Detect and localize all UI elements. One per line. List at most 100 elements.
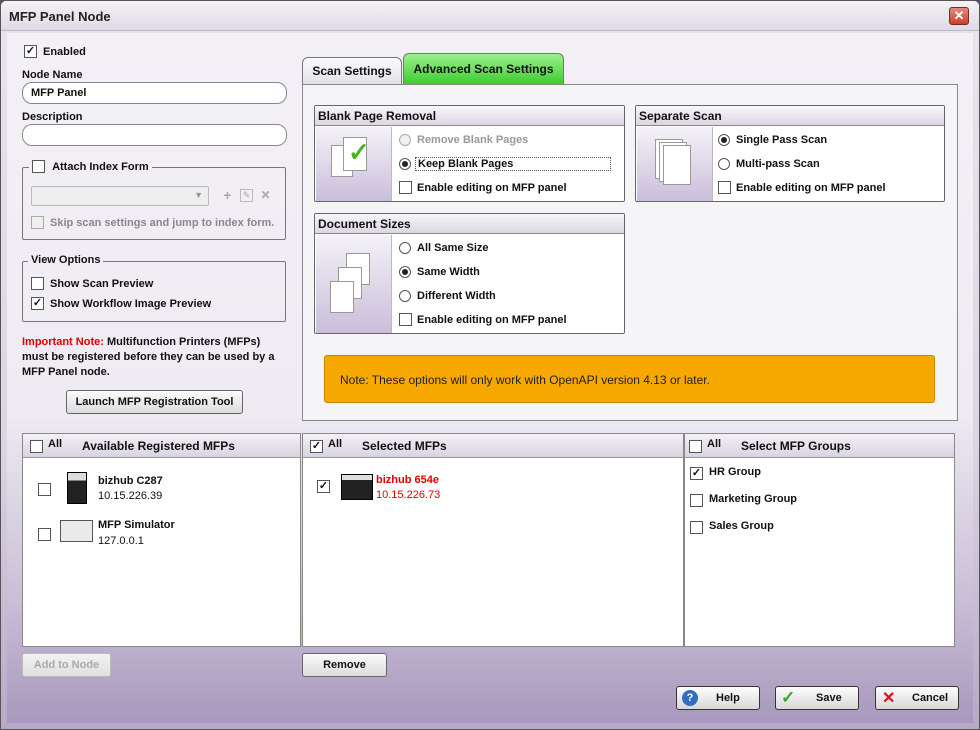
- blank-page-edit-label: Enable editing on MFP panel: [417, 182, 567, 194]
- tab-scan-settings[interactable]: Scan Settings: [302, 57, 402, 85]
- list-item[interactable]: bizhub C287 10.15.226.39: [23, 464, 300, 508]
- keep-blank-pages-label: Keep Blank Pages: [415, 157, 611, 171]
- mfp-ip: 10.15.226.73: [376, 489, 441, 501]
- document-sizes-icon: [316, 235, 392, 333]
- separate-scan-section: Separate Scan Single Pass Scan Multi-pas…: [635, 105, 945, 202]
- node-name-input[interactable]: MFP Panel: [22, 82, 287, 104]
- save-label: Save: [816, 692, 842, 704]
- document-sizes-section: Document Sizes All Same Size Same Width …: [314, 213, 625, 334]
- mfp-name: MFP Simulator: [98, 519, 175, 531]
- list-item[interactable]: MFP Simulator 127.0.0.1: [23, 514, 300, 554]
- advanced-scan-panel: Blank Page Removal ✓ Remove Blank Pages …: [302, 84, 958, 421]
- close-icon: ✕: [953, 8, 965, 23]
- cancel-button[interactable]: ✕ Cancel: [875, 686, 959, 710]
- marketing-group-checkbox[interactable]: [690, 494, 703, 507]
- description-input[interactable]: [22, 124, 287, 146]
- selected-all-checkbox[interactable]: ✓: [310, 440, 323, 453]
- multi-pass-scan-radio[interactable]: [718, 158, 730, 170]
- attach-index-checkbox[interactable]: [32, 160, 45, 173]
- mfp-ip: 127.0.0.1: [98, 535, 144, 547]
- enabled-label: Enabled: [43, 46, 86, 58]
- document-sizes-title: Document Sizes: [315, 214, 624, 234]
- view-options-legend: View Options: [28, 254, 104, 266]
- available-all-checkbox[interactable]: [30, 440, 43, 453]
- remove-button[interactable]: Remove: [302, 653, 387, 677]
- mfp-groups-header: All Select MFP Groups: [685, 434, 954, 458]
- mfp-item-checkbox[interactable]: ✓: [317, 480, 330, 493]
- available-mfps-title: Available Registered MFPs: [82, 439, 235, 453]
- close-button[interactable]: ✕: [949, 7, 969, 25]
- attach-index-legend: Attach Index Form: [29, 160, 152, 175]
- blank-page-edit-checkbox[interactable]: [399, 181, 412, 194]
- different-width-label: Different Width: [417, 290, 496, 302]
- different-width-radio[interactable]: [399, 290, 411, 302]
- marketing-group-label: Marketing Group: [709, 493, 798, 505]
- selected-mfps-title: Selected MFPs: [362, 439, 447, 453]
- selected-all-label: All: [328, 438, 343, 450]
- save-check-icon: ✓: [781, 688, 796, 707]
- skip-scan-checkbox[interactable]: [31, 216, 44, 229]
- add-to-node-button[interactable]: Add to Node: [22, 653, 111, 677]
- checkmark-icon: ✓: [348, 137, 370, 167]
- separate-scan-title: Separate Scan: [636, 106, 944, 126]
- mfp-name: bizhub 654e: [376, 474, 439, 486]
- show-scan-preview-label: Show Scan Preview: [50, 278, 154, 290]
- remove-blank-pages-label: Remove Blank Pages: [417, 134, 529, 146]
- important-prefix: Important Note:: [22, 336, 104, 348]
- enabled-checkbox[interactable]: ✓: [24, 45, 37, 58]
- simulator-icon: [60, 520, 93, 542]
- save-button[interactable]: ✓ Save: [775, 686, 859, 710]
- mfp-groups-panel: All Select MFP Groups ✓ HR Group Marketi…: [684, 433, 955, 647]
- show-workflow-preview-checkbox[interactable]: ✓: [31, 297, 44, 310]
- tab-advanced-scan-settings[interactable]: Advanced Scan Settings: [403, 53, 564, 85]
- mfp-name: bizhub C287: [98, 475, 163, 487]
- mfp-ip: 10.15.226.39: [98, 490, 163, 502]
- mfp-item-checkbox[interactable]: [38, 483, 51, 496]
- add-icon[interactable]: +: [221, 188, 234, 202]
- groups-all-label: All: [707, 438, 722, 450]
- groups-all-checkbox[interactable]: [689, 440, 702, 453]
- all-same-size-radio[interactable]: [399, 242, 411, 254]
- description-label: Description: [22, 111, 83, 123]
- same-width-label: Same Width: [417, 266, 480, 278]
- index-form-select[interactable]: ▼: [31, 186, 209, 206]
- available-all-label: All: [48, 438, 63, 450]
- dialog-body: ✓ Enabled Node Name MFP Panel Descriptio…: [7, 33, 973, 723]
- keep-blank-pages-radio[interactable]: [399, 158, 411, 170]
- mfp-item-checkbox[interactable]: [38, 528, 51, 541]
- important-note: Important Note: Multifunction Printers (…: [22, 335, 287, 380]
- single-pass-scan-radio[interactable]: [718, 134, 730, 146]
- hr-group-label: HR Group: [709, 466, 761, 478]
- launch-registration-tool-button[interactable]: Launch MFP Registration Tool: [66, 390, 243, 414]
- list-item[interactable]: ✓ bizhub 654e 10.15.226.73: [303, 464, 683, 508]
- view-options-group: [22, 261, 286, 322]
- help-icon: ?: [682, 690, 698, 706]
- selected-mfps-header: ✓ All Selected MFPs: [303, 434, 683, 458]
- sales-group-label: Sales Group: [709, 520, 774, 532]
- separate-scan-icon: [637, 127, 713, 201]
- available-mfps-header: All Available Registered MFPs: [23, 434, 300, 458]
- blank-page-title: Blank Page Removal: [315, 106, 624, 126]
- multi-pass-scan-label: Multi-pass Scan: [736, 158, 820, 170]
- blank-page-section: Blank Page Removal ✓ Remove Blank Pages …: [314, 105, 625, 202]
- selected-mfps-panel: ✓ All Selected MFPs ✓ bizhub 654e 10.15.…: [302, 433, 684, 647]
- cancel-x-icon: ✕: [882, 690, 896, 707]
- all-same-size-label: All Same Size: [417, 242, 489, 254]
- show-scan-preview-checkbox[interactable]: [31, 277, 44, 290]
- sales-group-checkbox[interactable]: [690, 521, 703, 534]
- window-title: MFP Panel Node: [9, 9, 111, 24]
- hr-group-checkbox[interactable]: ✓: [690, 467, 703, 480]
- document-sizes-edit-checkbox[interactable]: [399, 313, 412, 326]
- delete-icon[interactable]: ✕: [259, 189, 272, 202]
- title-bar: MFP Panel Node ✕: [1, 1, 979, 31]
- separate-scan-edit-checkbox[interactable]: [718, 181, 731, 194]
- same-width-radio[interactable]: [399, 266, 411, 278]
- help-button[interactable]: ? Help: [676, 686, 760, 710]
- blank-page-icon: ✓: [316, 127, 392, 201]
- edit-icon[interactable]: ✎: [240, 189, 253, 202]
- skip-scan-label: Skip scan settings and jump to index for…: [50, 217, 275, 229]
- help-label: Help: [716, 692, 740, 704]
- document-sizes-edit-label: Enable editing on MFP panel: [417, 314, 567, 326]
- available-mfps-panel: All Available Registered MFPs bizhub C28…: [22, 433, 301, 647]
- remove-blank-pages-radio[interactable]: [399, 134, 411, 146]
